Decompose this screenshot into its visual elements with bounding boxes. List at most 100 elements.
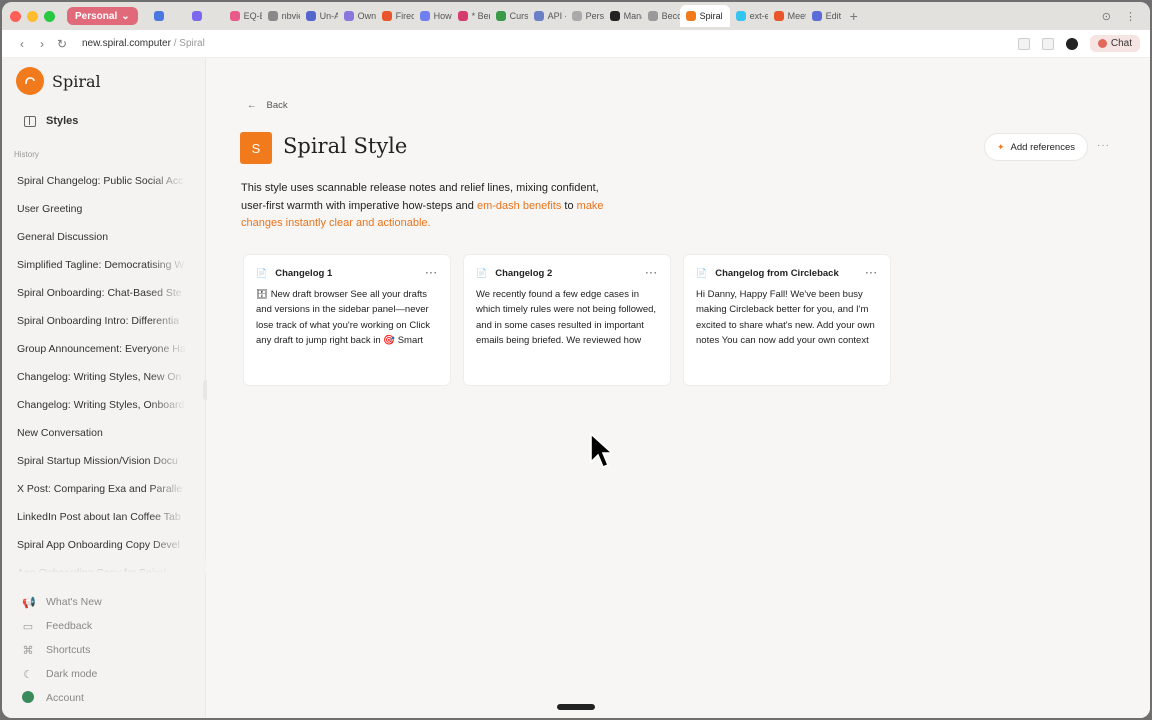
- history-fade: [2, 553, 206, 573]
- tab-favicon-icon: [153, 11, 164, 21]
- brand[interactable]: Spiral: [16, 67, 101, 95]
- browser-tab[interactable]: Meeti: [768, 5, 806, 27]
- browser-tab[interactable]: Un-AI: [300, 5, 338, 27]
- dark-mode-label: Dark mode: [46, 668, 98, 680]
- sidebar-item-styles[interactable]: Styles: [24, 115, 78, 127]
- download-icon[interactable]: ⊙: [1102, 10, 1111, 23]
- new-tab-button[interactable]: +: [850, 8, 866, 24]
- tab-strip-actions: ⊙ ⋮: [1102, 10, 1136, 23]
- reference-card[interactable]: 📄 Changelog from Circleback ··· Hi Danny, H…: [683, 254, 891, 386]
- browser-tab[interactable]: Mana: [604, 5, 642, 27]
- history-item[interactable]: Spiral Onboarding: Chat-Based Ste: [2, 279, 186, 307]
- browser-tab[interactable]: API -: [528, 5, 566, 27]
- browser-tab[interactable]: Edit C: [806, 5, 844, 27]
- card-title: Changelog 2: [495, 267, 553, 279]
- more-options-button[interactable]: ···: [1097, 140, 1110, 151]
- browser-tab[interactable]: How c: [414, 5, 452, 27]
- browser-tab[interactable]: nbvie: [262, 5, 300, 27]
- tab-favicon-icon: [685, 11, 696, 21]
- browser-tab[interactable]: [148, 5, 186, 27]
- history-item[interactable]: X Post: Comparing Exa and Paralle: [2, 475, 186, 503]
- tab-label: * Ben: [471, 11, 490, 21]
- tab-favicon-icon: [735, 11, 746, 21]
- megaphone-icon: 📢: [22, 596, 36, 609]
- tab-label: Perso: [585, 11, 604, 21]
- reference-card[interactable]: 📄 Changelog 2 ··· We recently found a few e…: [463, 254, 671, 386]
- moon-icon: ☾: [23, 668, 33, 681]
- reference-card[interactable]: 📄 Changelog 1 ··· 🗄 New draft browser See a…: [243, 254, 451, 386]
- style-description: This style uses scannable release notes …: [241, 180, 611, 233]
- sidebar-toggle-icon[interactable]: [1017, 37, 1030, 50]
- forward-nav-icon[interactable]: ›: [32, 37, 52, 51]
- card-more-button[interactable]: ···: [426, 268, 439, 279]
- tab-label: nbvie: [281, 11, 300, 21]
- chat-button[interactable]: Chat: [1089, 35, 1140, 52]
- window-resize-handle[interactable]: [557, 704, 595, 710]
- browser-tab[interactable]: Spiral: [679, 5, 730, 27]
- tab-label: Becor: [661, 11, 680, 21]
- browser-tab[interactable]: Becor: [642, 5, 680, 27]
- history-item[interactable]: Group Announcement: Everyone Ha: [2, 335, 186, 363]
- history-item[interactable]: General Discussion: [2, 223, 186, 251]
- history-item[interactable]: Simplified Tagline: Democratising W: [2, 251, 186, 279]
- document-icon: 📄: [696, 267, 708, 278]
- browser-tab[interactable]: Curso: [490, 5, 528, 27]
- command-icon: ⌘: [22, 644, 34, 657]
- sidebar: Spiral Styles History Spiral Changelog: …: [2, 58, 206, 718]
- browser-tab[interactable]: EQ-Bi: [224, 5, 262, 27]
- history-list: Spiral Changelog: Public Social Acc User …: [2, 167, 206, 573]
- history-item[interactable]: LinkedIn Post about Ian Coffee Tab: [2, 503, 186, 531]
- history-item[interactable]: Spiral Startup Mission/Vision Docu: [2, 447, 186, 475]
- tab-label: Mana: [623, 11, 642, 21]
- feedback-button[interactable]: ▭ Feedback: [22, 614, 102, 638]
- description-text: to: [561, 199, 577, 212]
- add-references-button[interactable]: ✦ Add references: [984, 133, 1088, 161]
- url-field[interactable]: new.spiral.computer / Spiral: [82, 38, 205, 49]
- history-item[interactable]: Changelog: Writing Styles, New On: [2, 363, 186, 391]
- history-item[interactable]: Spiral Onboarding Intro: Differentia: [2, 307, 186, 335]
- card-preview: 🗄 New draft browser See all your drafts …: [256, 289, 430, 346]
- extension-icon[interactable]: [1065, 37, 1078, 50]
- reload-icon[interactable]: ↻: [52, 37, 72, 51]
- tab-favicon-icon: [381, 11, 392, 21]
- back-nav-icon[interactable]: ‹: [12, 37, 32, 51]
- browser-tab[interactable]: Firecr: [376, 5, 414, 27]
- whats-new-button[interactable]: 📢 What's New: [22, 590, 102, 614]
- tab-favicon-icon: [343, 11, 354, 21]
- browser-tab[interactable]: Perso: [566, 5, 604, 27]
- reference-cards: 📄 Changelog 1 ··· 🗄 New draft browser See a…: [243, 254, 891, 386]
- chat-label: Chat: [1110, 38, 1132, 49]
- tab-favicon-icon: [229, 11, 240, 21]
- browser-tab[interactable]: Owne: [338, 5, 376, 27]
- browser-tab[interactable]: [186, 5, 224, 27]
- shortcuts-button[interactable]: ⌘ Shortcuts: [22, 638, 102, 662]
- whats-new-label: What's New: [46, 596, 102, 608]
- card-more-button[interactable]: ···: [866, 268, 879, 279]
- tab-favicon-icon: [495, 11, 506, 21]
- browser-window: Personal ⌄ EQ-Bi nbvie Un-AI Owne Firecr How …: [2, 2, 1150, 718]
- history-item[interactable]: Changelog: Writing Styles, Onboard: [2, 391, 186, 419]
- browser-tab[interactable]: * Ben: [452, 5, 490, 27]
- screenshot-icon[interactable]: [1041, 37, 1054, 50]
- styles-label: Styles: [46, 115, 79, 127]
- account-button[interactable]: Account: [22, 686, 102, 710]
- sparkle-icon: ✦: [997, 141, 1005, 152]
- close-window-button[interactable]: [10, 10, 21, 22]
- shortcuts-label: Shortcuts: [46, 644, 91, 656]
- tab-favicon-icon: [267, 11, 278, 21]
- tab-label: Firecr: [395, 11, 414, 21]
- tab-label: ext-e: [749, 11, 768, 21]
- browser-tab[interactable]: ext-e: [730, 5, 768, 27]
- profile-button[interactable]: Personal ⌄: [67, 7, 138, 25]
- history-item[interactable]: New Conversation: [2, 419, 186, 447]
- more-icon[interactable]: ⋮: [1125, 10, 1136, 23]
- history-item[interactable]: Spiral Changelog: Public Social Acc: [2, 167, 186, 195]
- maximize-window-button[interactable]: [44, 10, 55, 22]
- card-title: Changelog from Circleback: [715, 267, 839, 279]
- tab-label: Curso: [509, 11, 528, 21]
- minimize-window-button[interactable]: [27, 10, 38, 22]
- card-more-button[interactable]: ···: [646, 268, 659, 279]
- back-button[interactable]: ← Back: [247, 100, 288, 111]
- history-item[interactable]: User Greeting: [2, 195, 186, 223]
- dark-mode-toggle[interactable]: ☾ Dark mode: [22, 662, 102, 686]
